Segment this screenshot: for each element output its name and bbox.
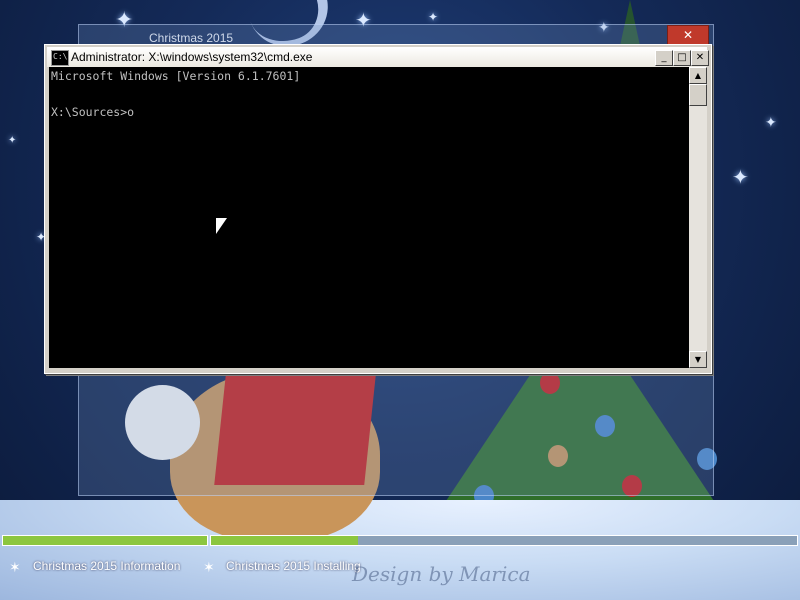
star-icon: ✦ bbox=[428, 10, 439, 24]
mouse-pointer-icon bbox=[216, 218, 227, 234]
star-icon: ✶ bbox=[203, 560, 215, 576]
scroll-down-button[interactable]: ▼ bbox=[689, 351, 707, 368]
wallpaper-watermark: Design by Marica bbox=[352, 562, 531, 586]
setup-step-label: Christmas 2015 Information bbox=[33, 559, 181, 573]
cmd-window[interactable]: C:\ Administrator: X:\windows\system32\c… bbox=[44, 44, 712, 374]
window-title: Administrator: X:\windows\system32\cmd.e… bbox=[71, 50, 313, 64]
maximize-button[interactable]: □ bbox=[673, 50, 691, 66]
progress-bar-step-1 bbox=[2, 535, 208, 546]
cmd-icon-label: C:\ bbox=[53, 52, 68, 61]
setup-window-title: Christmas 2015 bbox=[149, 31, 234, 45]
console-prompt-line: X:\Sources>o bbox=[51, 105, 135, 119]
console-output[interactable]: Microsoft Windows [Version 6.1.7601] X:\… bbox=[49, 67, 689, 368]
scrollbar-thumb[interactable] bbox=[689, 84, 707, 106]
close-button[interactable]: ✕ bbox=[691, 50, 709, 66]
progress-bar-step-2 bbox=[210, 535, 798, 546]
vertical-scrollbar[interactable]: ▲ ▼ bbox=[689, 67, 707, 368]
close-icon: ✕ bbox=[682, 28, 694, 42]
chevron-down-icon: ▼ bbox=[694, 355, 702, 364]
star-icon: ✦ bbox=[8, 135, 17, 146]
cmd-titlebar[interactable]: C:\ Administrator: X:\windows\system32\c… bbox=[47, 47, 709, 67]
progress-fill bbox=[3, 536, 207, 545]
close-icon: ✕ bbox=[695, 52, 705, 63]
cmd-icon[interactable]: C:\ bbox=[51, 50, 69, 66]
console-line: Microsoft Windows [Version 6.1.7601] bbox=[51, 69, 301, 83]
star-icon: ✶ bbox=[9, 560, 21, 576]
scroll-up-button[interactable]: ▲ bbox=[689, 67, 707, 84]
star-icon: ✦ bbox=[732, 165, 749, 189]
setup-step-label: Christmas 2015 Installing bbox=[226, 559, 361, 573]
minimize-icon: _ bbox=[661, 52, 667, 63]
progress-fill bbox=[211, 536, 358, 545]
maximize-icon: □ bbox=[677, 52, 687, 63]
star-icon: ✦ bbox=[765, 115, 777, 131]
chevron-up-icon: ▲ bbox=[694, 71, 702, 80]
minimize-button[interactable]: _ bbox=[655, 50, 673, 66]
setup-close-button[interactable]: ✕ bbox=[667, 25, 709, 45]
